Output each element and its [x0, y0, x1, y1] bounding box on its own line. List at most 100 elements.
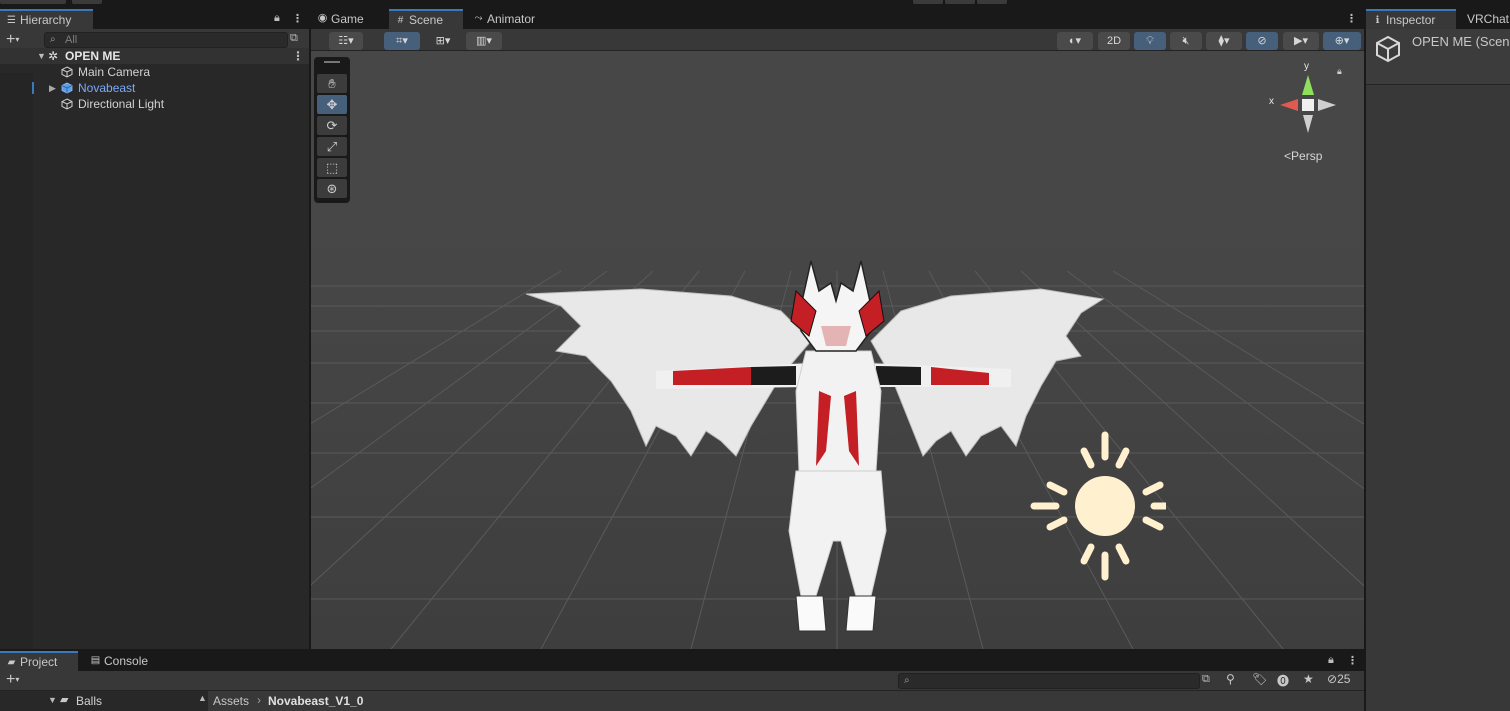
orientation-gizmo[interactable]: y x 🔒︎ <Persp: [1266, 61, 1346, 163]
tab-game[interactable]: ◉ Game: [311, 9, 385, 29]
audio-toggle-button[interactable]: 🔇︎: [1170, 32, 1202, 50]
axis-gizmo-icon: [1280, 75, 1336, 133]
hand-tool-button[interactable]: ✋︎: [317, 74, 347, 93]
search-icon: ⌕: [50, 34, 56, 45]
expand-arrow-icon[interactable]: ▼: [48, 695, 57, 705]
projection-toggle[interactable]: <Persp: [1284, 149, 1322, 163]
create-asset-button[interactable]: +▾: [6, 671, 19, 689]
render-mode-dropdown[interactable]: ◐▾: [1057, 32, 1093, 50]
novabeast-avatar-model[interactable]: [311, 51, 1364, 649]
kebab-menu-icon[interactable]: ⋮: [1347, 654, 1358, 667]
search-by-type-icon[interactable]: ⧉: [1202, 673, 1210, 686]
animator-icon: ⤳: [474, 13, 483, 24]
hierarchy-gutter: [0, 73, 33, 649]
effects-dropdown[interactable]: ⧫▾: [1206, 32, 1242, 50]
scene-toolbar: ☷▾ ⌗▾ ⊞▾ ▥▾ ◐▾ 2D 💡︎ 🔇︎ ⧫▾ ⊘ ▶▾ ⊕▾: [311, 29, 1364, 51]
hierarchy-panel: ☰ Hierarchy 🔒︎ ⋮ +▾ ⌕ All ⧉ ▼ ✲ OPEN ME …: [0, 9, 309, 649]
breadcrumb-assets[interactable]: Assets: [213, 694, 249, 708]
create-add-button[interactable]: +▾: [6, 31, 19, 49]
selection-marker: [32, 82, 34, 94]
scene-viewport[interactable]: y x 🔒︎ <Persp: [311, 51, 1364, 649]
transform-tool-button[interactable]: ⊛: [317, 179, 347, 198]
inspector-tabbar: ℹ︎ Inspector VRChat: [1366, 9, 1510, 29]
hidden-packages-toggle[interactable]: ⊘25: [1327, 672, 1350, 686]
gizmos-dropdown[interactable]: ⊕▾: [1323, 32, 1361, 50]
chevron-down-icon: ▾: [15, 35, 20, 44]
hierarchy-item-main-camera[interactable]: Main Camera: [0, 64, 309, 80]
folder-icon: ▰: [7, 657, 16, 668]
project-search-input[interactable]: ⌕: [898, 673, 1200, 689]
scroll-up-icon[interactable]: ▲: [198, 693, 207, 703]
move-tool-button[interactable]: ✥: [317, 95, 347, 114]
inspector-panel: ℹ︎ Inspector VRChat OPEN ME (Scen: [1366, 9, 1510, 711]
persp-arrow-icon: <: [1284, 149, 1292, 163]
unity-logo-icon: [1376, 35, 1400, 63]
cloud-button[interactable]: [72, 0, 102, 4]
main-toolbar-strip: [0, 0, 1510, 9]
folder-tree-item-balls[interactable]: Balls: [76, 694, 102, 708]
project-tabbar: ▰ Project ▤ Console 🔒︎ ⋮: [0, 651, 1364, 671]
scale-tool-button[interactable]: ⤢: [317, 137, 347, 156]
lighting-toggle-button[interactable]: 💡︎: [1134, 32, 1166, 50]
draw-mode-dropdown[interactable]: ☷▾: [329, 32, 363, 50]
gamepad-icon: ◉: [317, 12, 328, 24]
step-button[interactable]: [977, 0, 1007, 4]
project-panel: ▰ Project ▤ Console 🔒︎ ⋮ +▾ ⌕ ⧉ ⚲ 🏷︎ ⓿ ★…: [0, 651, 1364, 711]
project-toolbar: +▾ ⌕ ⧉ ⚲ 🏷︎ ⓿ ★ ⊘25: [0, 671, 1364, 691]
pivot-tool-button[interactable]: ⌗▾: [384, 32, 420, 50]
grid-snap-dropdown[interactable]: ▥▾: [466, 32, 502, 50]
inspector-header: OPEN ME (Scen: [1366, 29, 1510, 85]
expand-arrow-icon[interactable]: ▼: [37, 48, 46, 64]
prefab-cube-icon: [61, 82, 73, 94]
rotate-tool-button[interactable]: ⟳: [317, 116, 347, 135]
inspector-title: OPEN ME (Scen: [1412, 34, 1510, 49]
snap-grid-button[interactable]: ⊞▾: [426, 32, 460, 50]
gameobject-cube-icon: [61, 98, 73, 110]
hierarchy-item-novabeast[interactable]: ▶ Novabeast: [0, 80, 309, 96]
filter-type-icon[interactable]: ⚲: [1226, 672, 1235, 686]
pause-button[interactable]: [945, 0, 975, 4]
search-icon: ⌕: [904, 675, 910, 686]
toggle-2d-button[interactable]: 2D: [1098, 32, 1130, 50]
account-button[interactable]: [0, 0, 66, 4]
tab-scene[interactable]: # Scene: [389, 9, 463, 29]
tab-vrchat[interactable]: VRChat: [1458, 9, 1510, 29]
tab-console[interactable]: ▤ Console: [84, 651, 164, 671]
tab-inspector[interactable]: ℹ︎ Inspector: [1366, 9, 1456, 29]
filter-log-icon[interactable]: ⓿: [1277, 672, 1289, 689]
eye-slash-icon: ⊘: [1327, 672, 1338, 686]
sun-light-icon[interactable]: [1026, 427, 1166, 587]
play-button[interactable]: [913, 0, 943, 4]
hierarchy-item-directional-light[interactable]: Directional Light: [0, 96, 309, 112]
filter-label-icon[interactable]: 🏷︎: [1252, 672, 1267, 686]
search-by-type-icon[interactable]: ⧉: [290, 32, 298, 45]
scene-panel: ◉ Game # Scene ⤳ Animator ⋮ ☷▾ ⌗▾ ⊞▾ ▥▾ …: [311, 9, 1364, 649]
camera-settings-dropdown[interactable]: ▶▾: [1283, 32, 1319, 50]
hierarchy-search-input[interactable]: ⌕ All: [44, 32, 288, 48]
gizmo-lock-icon[interactable]: 🔒︎: [1337, 66, 1342, 77]
breadcrumb-novabeast[interactable]: Novabeast_V1_0: [268, 694, 363, 708]
project-breadcrumb: Assets › Novabeast_V1_0: [208, 691, 1364, 711]
scene-menu-icon[interactable]: ⋮: [292, 48, 304, 64]
favorite-star-icon[interactable]: ★: [1303, 672, 1314, 686]
palette-grip[interactable]: [324, 61, 340, 63]
tool-palette: ✋︎ ✥ ⟳ ⤢ ⬚ ⊛: [314, 57, 350, 203]
tab-project[interactable]: ▰ Project: [0, 651, 78, 671]
rect-tool-button[interactable]: ⬚: [317, 158, 347, 177]
expand-arrow-icon[interactable]: ▶: [49, 80, 56, 96]
console-icon: ▤: [90, 655, 101, 666]
tab-hierarchy[interactable]: ☰ Hierarchy: [0, 9, 93, 29]
scene-tabbar: ◉ Game # Scene ⤳ Animator ⋮: [311, 9, 1364, 29]
tab-animator[interactable]: ⤳ Animator: [467, 9, 553, 29]
kebab-menu-icon[interactable]: ⋮: [292, 12, 303, 25]
lock-icon[interactable]: 🔒︎: [274, 12, 280, 25]
folder-icon: ▰: [60, 694, 69, 706]
scene-visibility-button[interactable]: ⊘: [1246, 32, 1278, 50]
unity-scene-icon: ✲: [48, 49, 59, 63]
scene-row[interactable]: ▼ ✲ OPEN ME ⋮: [0, 48, 309, 64]
gameobject-cube-icon: [61, 66, 73, 78]
lock-icon[interactable]: 🔒︎: [1328, 654, 1334, 667]
info-icon: ℹ︎: [1375, 15, 1380, 26]
kebab-menu-icon[interactable]: ⋮: [1346, 12, 1357, 25]
chevron-down-icon: ▾: [15, 675, 20, 684]
